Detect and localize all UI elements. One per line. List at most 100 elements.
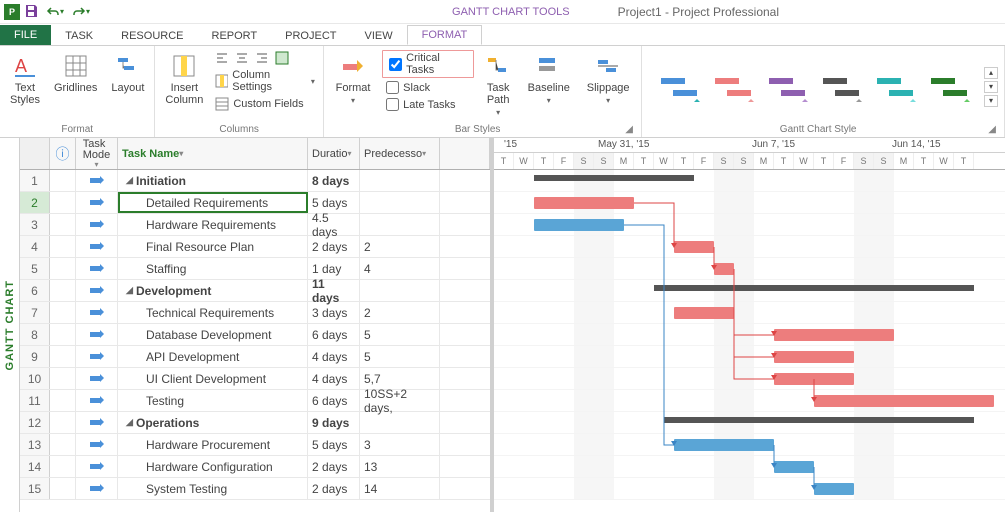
row-predecessors[interactable]	[360, 170, 440, 191]
row-number[interactable]: 6	[20, 280, 50, 301]
undo-button[interactable]: ▾	[44, 6, 66, 18]
row-predecessors[interactable]: 14	[360, 478, 440, 499]
row-mode[interactable]	[76, 236, 118, 257]
row-duration[interactable]: 2 days	[308, 478, 360, 499]
row-mode[interactable]	[76, 170, 118, 191]
table-row[interactable]: 15System Testing2 days14	[20, 478, 490, 500]
row-mode[interactable]	[76, 258, 118, 279]
critical-bar[interactable]	[774, 329, 894, 341]
tab-resource[interactable]: RESOURCE	[107, 27, 197, 45]
critical-bar[interactable]	[774, 351, 854, 363]
row-mode[interactable]	[76, 412, 118, 433]
tab-project[interactable]: PROJECT	[271, 27, 350, 45]
row-duration[interactable]: 5 days	[308, 434, 360, 455]
row-mode[interactable]	[76, 192, 118, 213]
summary-bar[interactable]	[654, 285, 974, 291]
table-row[interactable]: 6◢Development11 days	[20, 280, 490, 302]
table-row[interactable]: 2Detailed Requirements5 days	[20, 192, 490, 214]
row-predecessors[interactable]	[360, 214, 440, 235]
row-mode[interactable]	[76, 368, 118, 389]
table-row[interactable]: 4 Final Resource Plan2 days2	[20, 236, 490, 258]
table-row[interactable]: 9API Development4 days5	[20, 346, 490, 368]
task-bar[interactable]	[814, 483, 854, 495]
col-task-name[interactable]: Task Name	[118, 138, 308, 169]
row-mode[interactable]	[76, 346, 118, 367]
gantt-chart[interactable]: '15May 31, '15Jun 7, '15Jun 14, '15 TWTF…	[494, 138, 1005, 512]
row-mode[interactable]	[76, 390, 118, 411]
row-duration[interactable]: 11 days	[308, 280, 360, 301]
table-row[interactable]: 12◢Operations9 days	[20, 412, 490, 434]
row-task-name[interactable]: Technical Requirements	[118, 302, 308, 323]
gallery-scroll[interactable]: ▴ ▾ ▾	[984, 67, 998, 107]
row-task-name[interactable]: ◢Initiation	[118, 170, 308, 191]
custom-fields-button[interactable]: Custom Fields	[213, 96, 317, 112]
row-duration[interactable]: 4.5 days	[308, 214, 360, 235]
col-info[interactable]: ⓘ	[50, 138, 76, 169]
insert-column-button[interactable]: Insert Column	[161, 50, 207, 108]
critical-bar[interactable]	[674, 307, 734, 319]
row-predecessors[interactable]	[360, 412, 440, 433]
col-add[interactable]	[440, 138, 490, 169]
task-grid[interactable]: ⓘ Task Mode Task Name Duratio Predecesso…	[20, 138, 494, 512]
row-number[interactable]: 7	[20, 302, 50, 323]
row-predecessors[interactable]: 2	[360, 236, 440, 257]
row-number[interactable]: 3	[20, 214, 50, 235]
gantt-style-3[interactable]	[764, 71, 808, 103]
text-styles-button[interactable]: A Text Styles	[6, 50, 44, 108]
gantt-style-gallery[interactable]	[648, 65, 978, 109]
align-left-button[interactable]	[213, 50, 231, 66]
table-row[interactable]: 11Testing6 days10SS+2 days,	[20, 390, 490, 412]
row-mode[interactable]	[76, 456, 118, 477]
row-predecessors[interactable]: 13	[360, 456, 440, 477]
layout-button[interactable]: Layout	[107, 50, 148, 96]
row-task-name[interactable]: Staffing	[118, 258, 308, 279]
table-row[interactable]: 14Hardware Configuration2 days13	[20, 456, 490, 478]
row-predecessors[interactable]: 4	[360, 258, 440, 279]
row-number[interactable]: 10	[20, 368, 50, 389]
gantt-style-launcher[interactable]: ◢	[988, 124, 998, 137]
row-number[interactable]: 8	[20, 324, 50, 345]
row-predecessors[interactable]: 2	[360, 302, 440, 323]
critical-tasks-checkbox[interactable]: Critical Tasks	[382, 50, 474, 78]
critical-bar[interactable]	[674, 241, 714, 253]
col-task-mode[interactable]: Task Mode	[76, 138, 118, 169]
table-row[interactable]: 3 Hardware Requirements4.5 days	[20, 214, 490, 236]
row-mode[interactable]	[76, 324, 118, 345]
row-number[interactable]: 2	[20, 192, 50, 213]
tab-format[interactable]: FORMAT	[407, 25, 483, 45]
row-mode[interactable]	[76, 214, 118, 235]
table-row[interactable]: 7 Technical Requirements3 days2	[20, 302, 490, 324]
gantt-style-6[interactable]	[926, 71, 970, 103]
row-task-name[interactable]: Hardware Configuration	[118, 456, 308, 477]
table-row[interactable]: 8Database Development6 days5	[20, 324, 490, 346]
row-task-name[interactable]: System Testing	[118, 478, 308, 499]
row-task-name[interactable]: Final Resource Plan	[118, 236, 308, 257]
row-mode[interactable]	[76, 280, 118, 301]
late-tasks-checkbox[interactable]: Late Tasks	[382, 97, 474, 112]
row-number[interactable]: 12	[20, 412, 50, 433]
row-task-name[interactable]: UI Client Development	[118, 368, 308, 389]
gantt-style-5[interactable]	[872, 71, 916, 103]
summary-bar[interactable]	[664, 417, 974, 423]
gantt-style-2[interactable]	[710, 71, 754, 103]
row-task-name[interactable]: Detailed Requirements	[118, 192, 308, 213]
summary-bar[interactable]	[534, 175, 694, 181]
row-duration[interactable]: 3 days	[308, 302, 360, 323]
row-task-name[interactable]: Database Development	[118, 324, 308, 345]
critical-bar[interactable]	[774, 373, 854, 385]
row-number[interactable]: 9	[20, 346, 50, 367]
row-number[interactable]: 4	[20, 236, 50, 257]
row-duration[interactable]: 8 days	[308, 170, 360, 191]
row-predecessors[interactable]	[360, 280, 440, 301]
baseline-button[interactable]: Baseline	[522, 50, 575, 108]
table-row[interactable]: 1◢Initiation8 days	[20, 170, 490, 192]
row-number[interactable]: 13	[20, 434, 50, 455]
critical-bar[interactable]	[814, 395, 994, 407]
row-duration[interactable]: 4 days	[308, 346, 360, 367]
row-predecessors[interactable]: 5	[360, 346, 440, 367]
row-mode[interactable]	[76, 302, 118, 323]
tab-task[interactable]: TASK	[51, 27, 107, 45]
row-task-name[interactable]: Hardware Requirements	[118, 214, 308, 235]
critical-bar[interactable]	[534, 197, 634, 209]
row-duration[interactable]: 2 days	[308, 236, 360, 257]
